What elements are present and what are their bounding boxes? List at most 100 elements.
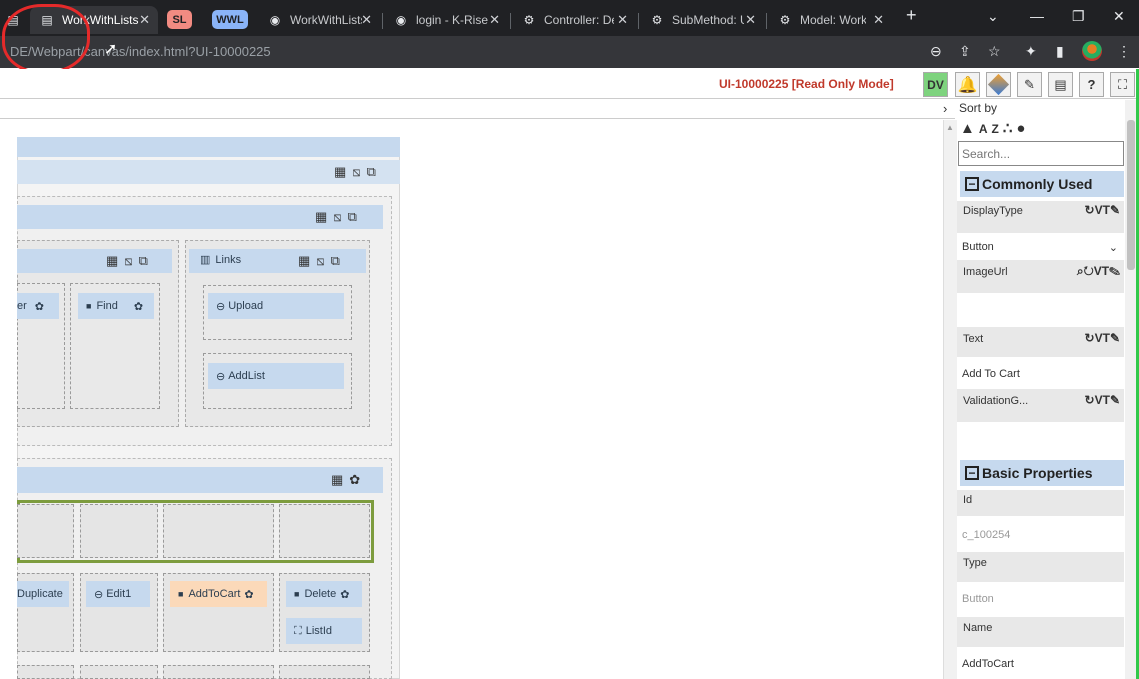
new-tab-button[interactable]: +: [906, 5, 917, 26]
image-url-value[interactable]: [957, 293, 1124, 326]
open-external-icon[interactable]: ⧉: [139, 253, 154, 268]
reset-icon[interactable]: ↻: [1085, 393, 1095, 407]
tab-submethod[interactable]: ⚙ SubMethod: U ✕: [640, 6, 764, 34]
open-external-icon[interactable]: ⧉: [367, 164, 382, 179]
tab-group-sl[interactable]: SL: [167, 10, 192, 29]
upload-link[interactable]: ⊖ Upload: [208, 293, 344, 319]
edit-pencil-icon[interactable]: ✎: [1110, 203, 1120, 217]
resize-icon[interactable]: ⧅: [124, 253, 138, 268]
sort-options[interactable]: ▲AZ∴●: [960, 119, 1029, 137]
vt-label[interactable]: VT: [1095, 331, 1110, 345]
bookmark-star-icon[interactable]: ☆: [988, 43, 1001, 60]
prop-actions[interactable]: ↻VT✎: [1085, 203, 1120, 217]
container-actions[interactable]: ▦⧅⧉: [334, 164, 382, 180]
reset-icon[interactable]: ↻: [1085, 331, 1095, 345]
actions-container-tools[interactable]: ▦⧅⧉: [106, 253, 154, 269]
zoom-icon[interactable]: ⊖: [930, 43, 942, 60]
edit-pencil-icon[interactable]: ✎: [1109, 264, 1120, 278]
edit-pencil-icon[interactable]: ✎: [1110, 393, 1120, 407]
type-value[interactable]: Button: [957, 593, 1124, 605]
duplicate-button[interactable]: Duplicate: [17, 581, 69, 607]
canvas-scrollbar[interactable]: [943, 120, 957, 679]
reset-icon[interactable]: ↻: [1084, 264, 1094, 278]
gear-icon[interactable]: ✿: [244, 588, 253, 601]
register-button[interactable]: er ✿: [17, 293, 59, 319]
fullscreen-icon[interactable]: ⛶: [1110, 72, 1135, 97]
find-button[interactable]: ■ Find ✿: [78, 293, 154, 319]
search-icon[interactable]: ⌕: [1077, 264, 1084, 278]
prop-actions[interactable]: ⌕↻VT✎: [1077, 264, 1120, 279]
property-panel-scroll-thumb[interactable]: [1127, 120, 1135, 270]
collapse-icon[interactable]: −: [965, 466, 979, 480]
tab-login[interactable]: ◉ login - K-Rise ✕: [384, 6, 508, 34]
basic-properties-section[interactable]: − Basic Properties: [960, 460, 1124, 486]
property-search-input[interactable]: [958, 141, 1124, 166]
browser-menu-icon[interactable]: ⋮: [1117, 43, 1131, 60]
scroll-up-icon[interactable]: ▲: [946, 123, 954, 132]
name-value[interactable]: AddToCart: [957, 658, 1124, 670]
tab-controller[interactable]: ⚙ Controller: De ✕: [512, 6, 636, 34]
minimize-icon[interactable]: —: [1030, 8, 1044, 24]
gear-icon[interactable]: ✿: [349, 472, 366, 487]
close-icon[interactable]: ✕: [873, 12, 884, 28]
sort-scatter-icon[interactable]: ∴: [1003, 120, 1017, 137]
gear-icon[interactable]: ✿: [35, 300, 44, 313]
tab-model[interactable]: ⚙ Model: Work ✕: [768, 6, 892, 34]
vt-label[interactable]: VT: [1094, 264, 1109, 278]
delete-button[interactable]: ■ Delete ✿: [286, 581, 362, 607]
close-icon[interactable]: ✕: [361, 12, 372, 28]
report-icon[interactable]: ▤: [1048, 72, 1073, 97]
extensions-puzzle-icon[interactable]: ✦: [1025, 43, 1037, 60]
commonly-used-section[interactable]: − Commonly Used: [960, 171, 1124, 197]
id-value[interactable]: c_100254: [957, 529, 1124, 541]
vt-label[interactable]: VT: [1095, 393, 1110, 407]
inner-container-actions[interactable]: ▦⧅⧉: [315, 209, 363, 225]
open-external-icon[interactable]: ⧉: [331, 253, 346, 268]
side-panel-icon[interactable]: ▮: [1056, 43, 1064, 60]
text-value[interactable]: Add To Cart: [957, 368, 1124, 380]
grid-icon[interactable]: ▦: [334, 164, 352, 179]
reset-icon[interactable]: ↻: [1085, 203, 1095, 217]
bell-icon[interactable]: 🔔: [955, 72, 980, 97]
open-external-icon[interactable]: ⧉: [348, 209, 363, 224]
sort-az-icon[interactable]: AZ: [979, 122, 1003, 136]
grid-icon[interactable]: ▦: [106, 253, 124, 268]
prop-actions[interactable]: ↻VT✎: [1085, 331, 1120, 345]
grid-icon[interactable]: ▦: [298, 253, 316, 268]
list-container-tools[interactable]: ▦✿: [331, 472, 366, 488]
gear-icon[interactable]: ✿: [134, 300, 143, 313]
prop-actions[interactable]: ↻VT✎: [1085, 393, 1120, 407]
listid-field[interactable]: ⛶ ListId: [286, 618, 362, 644]
profile-avatar[interactable]: [1082, 41, 1102, 61]
addlist-link[interactable]: ⊖ AddList: [208, 363, 344, 389]
close-icon[interactable]: ✕: [617, 12, 628, 28]
validation-group-value[interactable]: [957, 422, 1124, 455]
close-icon[interactable]: ✕: [139, 12, 150, 28]
resize-icon[interactable]: ⧅: [352, 164, 366, 179]
tab-workwithlists[interactable]: ◉ WorkWithLists ✕: [258, 6, 380, 34]
edit1-link[interactable]: ⊖ Edit1: [86, 581, 150, 607]
resize-icon[interactable]: ⧅: [316, 253, 330, 268]
addtocart-button[interactable]: ■ AddToCart ✿: [170, 581, 267, 607]
window-close-icon[interactable]: ✕: [1113, 8, 1125, 25]
tab-group-wwl[interactable]: WWL: [212, 10, 248, 29]
sort-category-icon[interactable]: ▲: [960, 120, 979, 137]
maximize-icon[interactable]: ❐: [1072, 8, 1085, 25]
edit-pencil-icon[interactable]: ✎: [1110, 331, 1120, 345]
close-icon[interactable]: ✕: [745, 12, 756, 28]
grid-icon[interactable]: ▦: [331, 472, 349, 487]
chevron-right-icon[interactable]: ›: [943, 101, 947, 116]
grid-icon[interactable]: ▦: [315, 209, 333, 224]
gear-icon[interactable]: ✿: [340, 588, 349, 601]
display-type-select[interactable]: Button ⌄: [957, 241, 1124, 254]
close-icon[interactable]: ✕: [489, 12, 500, 28]
links-container-tools[interactable]: ▦⧅⧉: [298, 253, 346, 269]
vt-label[interactable]: VT: [1095, 203, 1110, 217]
resize-icon[interactable]: ⧅: [333, 209, 347, 224]
help-icon[interactable]: ?: [1079, 72, 1104, 97]
cube-icon[interactable]: [986, 72, 1011, 97]
dv-button[interactable]: DV: [923, 72, 948, 97]
tab-search-chevron-icon[interactable]: ⌄: [987, 8, 999, 25]
pencil-icon[interactable]: ✎: [1017, 72, 1042, 97]
sort-user-icon[interactable]: ●: [1016, 120, 1029, 137]
